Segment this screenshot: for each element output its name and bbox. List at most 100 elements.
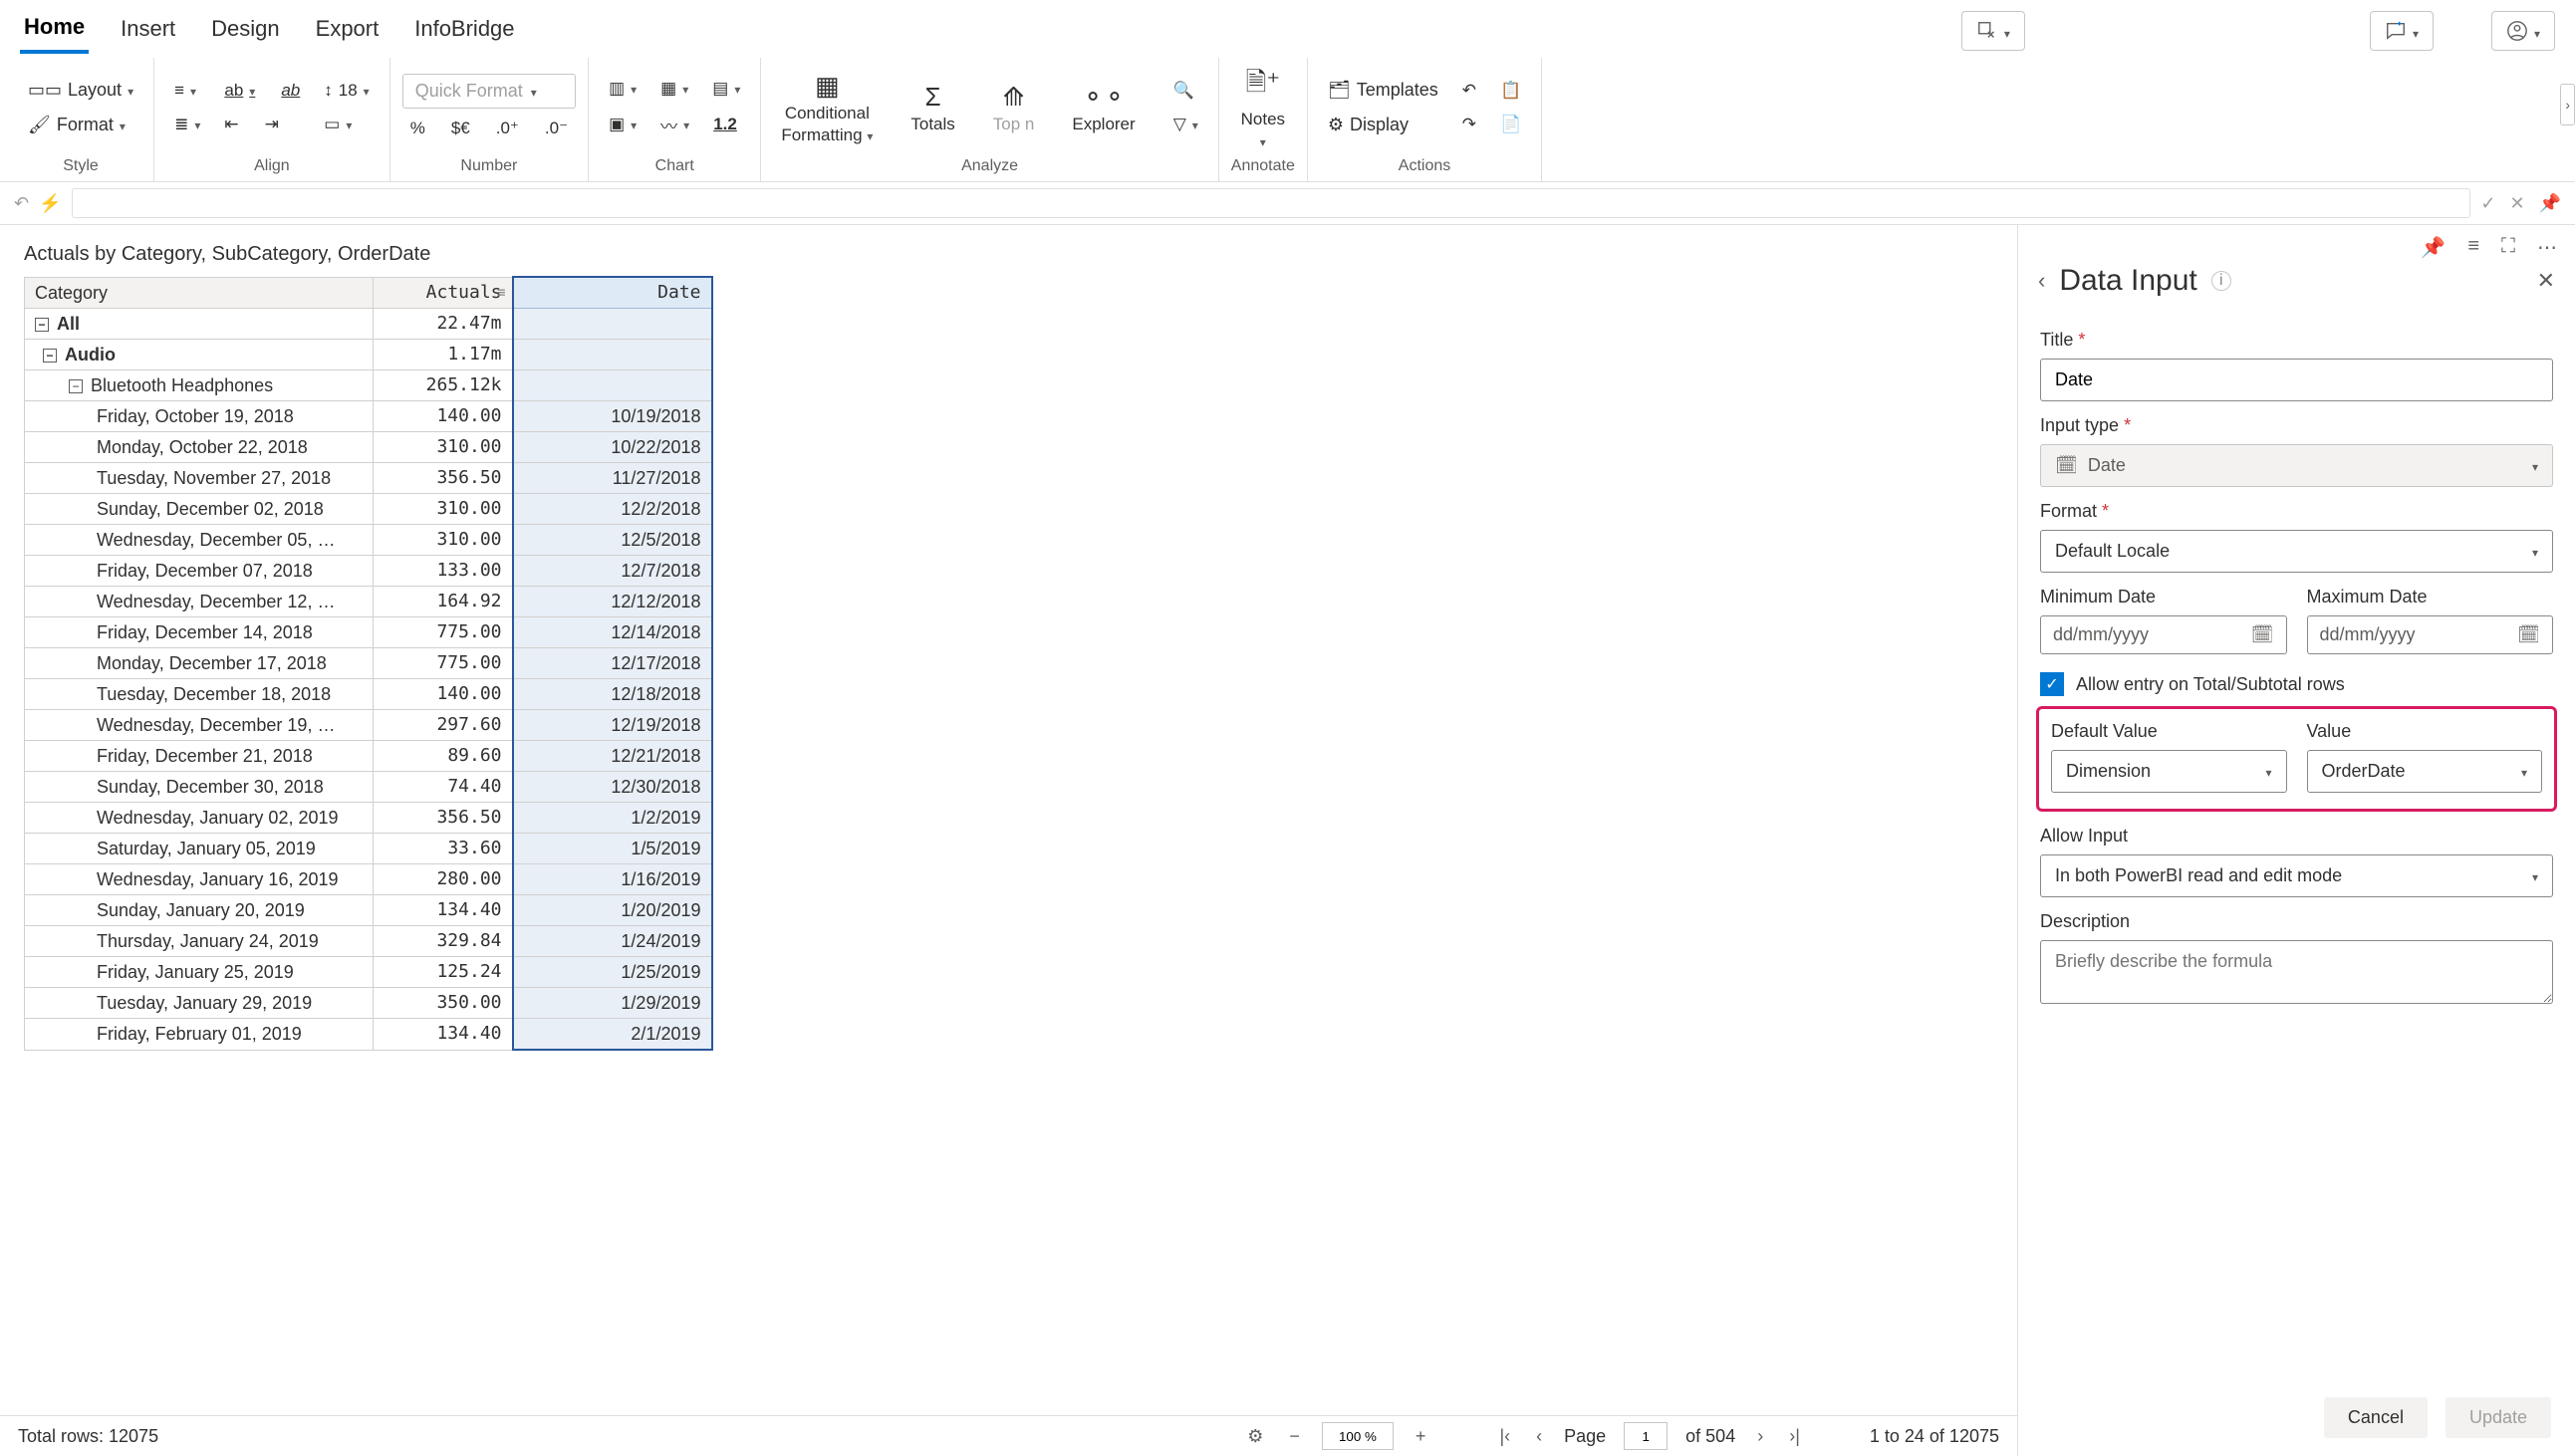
data-grid[interactable]: Category Actuals≡ Date −All22.47m−Audio1…	[24, 276, 713, 1051]
cell[interactable]: 2/1/2019	[513, 1019, 712, 1051]
table-row[interactable]: Saturday, January 05, 201933.601/5/2019	[25, 834, 712, 864]
table-row[interactable]: Friday, December 14, 2018775.0012/14/201…	[25, 617, 712, 648]
cell[interactable]: Wednesday, January 16, 2019	[25, 864, 374, 895]
cell[interactable]: 125.24	[374, 957, 513, 988]
tab-home[interactable]: Home	[20, 8, 89, 54]
indent-button[interactable]: ⇥	[257, 111, 287, 138]
cell[interactable]: 775.00	[374, 648, 513, 679]
cell[interactable]: 1/24/2019	[513, 926, 712, 957]
table-row[interactable]: Monday, December 17, 2018775.0012/17/201…	[25, 648, 712, 679]
cell[interactable]: Monday, December 17, 2018	[25, 648, 374, 679]
comment-button[interactable]	[2370, 11, 2434, 51]
cell[interactable]: 1.17m	[374, 340, 513, 370]
cell[interactable]: Friday, December 14, 2018	[25, 617, 374, 648]
column-menu-icon[interactable]: ≡	[497, 282, 505, 304]
cell[interactable]	[513, 309, 712, 340]
cell[interactable]: 310.00	[374, 432, 513, 463]
cell[interactable]: 1/29/2019	[513, 988, 712, 1019]
align-v-button[interactable]: ≣	[166, 111, 208, 138]
cell[interactable]: 12/12/2018	[513, 587, 712, 617]
cell[interactable]: 12/7/2018	[513, 556, 712, 587]
templates-button[interactable]: 🗂Templates	[1320, 76, 1446, 105]
cell[interactable]: 1/25/2019	[513, 957, 712, 988]
cell[interactable]: 22.47m	[374, 309, 513, 340]
cell[interactable]: 133.00	[374, 556, 513, 587]
col-header-actuals[interactable]: Actuals≡	[374, 277, 513, 309]
cell[interactable]: 164.92	[374, 587, 513, 617]
cell[interactable]: 10/19/2018	[513, 401, 712, 432]
display-button[interactable]: ⚙Display	[1320, 111, 1446, 139]
cell[interactable]: 12/30/2018	[513, 772, 712, 803]
percent-button[interactable]: %	[402, 115, 433, 142]
zoom-input[interactable]	[1322, 1422, 1394, 1450]
description-textarea[interactable]	[2040, 940, 2553, 1004]
sparkline-button[interactable]: 1.2	[705, 109, 745, 141]
filter-panel-icon[interactable]: ≡	[2467, 235, 2479, 260]
expander-icon[interactable]: −	[69, 379, 83, 393]
cell[interactable]: Monday, October 22, 2018	[25, 432, 374, 463]
next-page-button[interactable]: ›	[1753, 1426, 1767, 1447]
cell[interactable]: 356.50	[374, 803, 513, 834]
cell[interactable]: 297.60	[374, 710, 513, 741]
cell[interactable]: 140.00	[374, 679, 513, 710]
copy-button[interactable]: 📋	[1492, 77, 1529, 105]
pin-icon[interactable]: 📌	[2539, 193, 2561, 214]
cell[interactable]: 12/5/2018	[513, 525, 712, 556]
close-panel-button[interactable]: ✕	[2537, 268, 2555, 294]
row-height-button[interactable]: ↕ 18	[316, 77, 377, 105]
cell[interactable]: 350.00	[374, 988, 513, 1019]
lightning-icon[interactable]: ⚡	[39, 193, 61, 214]
table-row[interactable]: Tuesday, January 29, 2019350.001/29/2019	[25, 988, 712, 1019]
cell[interactable]: Saturday, January 05, 2019	[25, 834, 374, 864]
popout-icon[interactable]: ⛶	[2501, 235, 2515, 260]
cell[interactable]: Tuesday, January 29, 2019	[25, 988, 374, 1019]
outdent-button[interactable]: ⇤	[216, 111, 246, 138]
cell[interactable]: Sunday, January 20, 2019	[25, 895, 374, 926]
cell[interactable]: 280.00	[374, 864, 513, 895]
currency-button[interactable]: $€	[443, 115, 478, 142]
cell[interactable]: 12/2/2018	[513, 494, 712, 525]
table-row[interactable]: Wednesday, January 16, 2019280.001/16/20…	[25, 864, 712, 895]
pin-panel-icon[interactable]: 📌	[2421, 235, 2446, 260]
table-row[interactable]: Friday, January 25, 2019125.241/25/2019	[25, 957, 712, 988]
prev-page-button[interactable]: ‹	[1532, 1426, 1546, 1447]
column-chart-button[interactable]: ▣	[601, 109, 644, 141]
layout-button[interactable]: ▭▭Layout	[20, 76, 141, 105]
tab-insert[interactable]: Insert	[117, 10, 179, 52]
align-h-button[interactable]: ≡	[166, 77, 208, 105]
table-row[interactable]: Friday, December 07, 2018133.0012/7/2018	[25, 556, 712, 587]
cell[interactable]: 89.60	[374, 741, 513, 772]
zoom-out-button[interactable]: −	[1285, 1426, 1304, 1447]
cell[interactable]: 74.40	[374, 772, 513, 803]
cell[interactable]: 10/22/2018	[513, 432, 712, 463]
table-row[interactable]: Monday, October 22, 2018310.0010/22/2018	[25, 432, 712, 463]
cell[interactable]: 775.00	[374, 617, 513, 648]
table-row[interactable]: Sunday, December 02, 2018310.0012/2/2018	[25, 494, 712, 525]
table-row[interactable]: −Bluetooth Headphones265.12k	[25, 370, 712, 401]
explorer-button[interactable]: ⚬⚬Explorer	[1064, 80, 1143, 136]
table-row[interactable]: Wednesday, January 02, 2019356.501/2/201…	[25, 803, 712, 834]
cell[interactable]: 140.00	[374, 401, 513, 432]
ribbon-scroll-right[interactable]: ›	[2560, 84, 2575, 125]
cell[interactable]: 310.00	[374, 525, 513, 556]
col-header-category[interactable]: Category	[25, 277, 374, 309]
cell[interactable]: 1/16/2019	[513, 864, 712, 895]
orientation-button[interactable]: ab	[273, 77, 308, 105]
table-row[interactable]: Wednesday, December 05, …310.0012/5/2018	[25, 525, 712, 556]
table-row[interactable]: Tuesday, November 27, 2018356.5011/27/20…	[25, 463, 712, 494]
table-row[interactable]: Sunday, December 30, 201874.4012/30/2018	[25, 772, 712, 803]
cell[interactable]: Wednesday, January 02, 2019	[25, 803, 374, 834]
cell[interactable]: 12/21/2018	[513, 741, 712, 772]
cell[interactable]: 134.40	[374, 895, 513, 926]
cell[interactable]: Friday, December 07, 2018	[25, 556, 374, 587]
back-button[interactable]: ‹	[2038, 268, 2045, 294]
cell[interactable]: 1/2/2019	[513, 803, 712, 834]
notes-button[interactable]: 🗎⁺Notes	[1233, 62, 1293, 153]
cell[interactable]: Wednesday, December 19, …	[25, 710, 374, 741]
topn-button[interactable]: ⟰Top n	[985, 80, 1043, 136]
default-value-select[interactable]: Dimension	[2051, 750, 2287, 793]
waterfall-button[interactable]: ▤	[704, 75, 748, 103]
cell[interactable]: 1/20/2019	[513, 895, 712, 926]
cancel-button[interactable]: Cancel	[2324, 1397, 2428, 1438]
zoom-in-button[interactable]: +	[1412, 1426, 1430, 1447]
